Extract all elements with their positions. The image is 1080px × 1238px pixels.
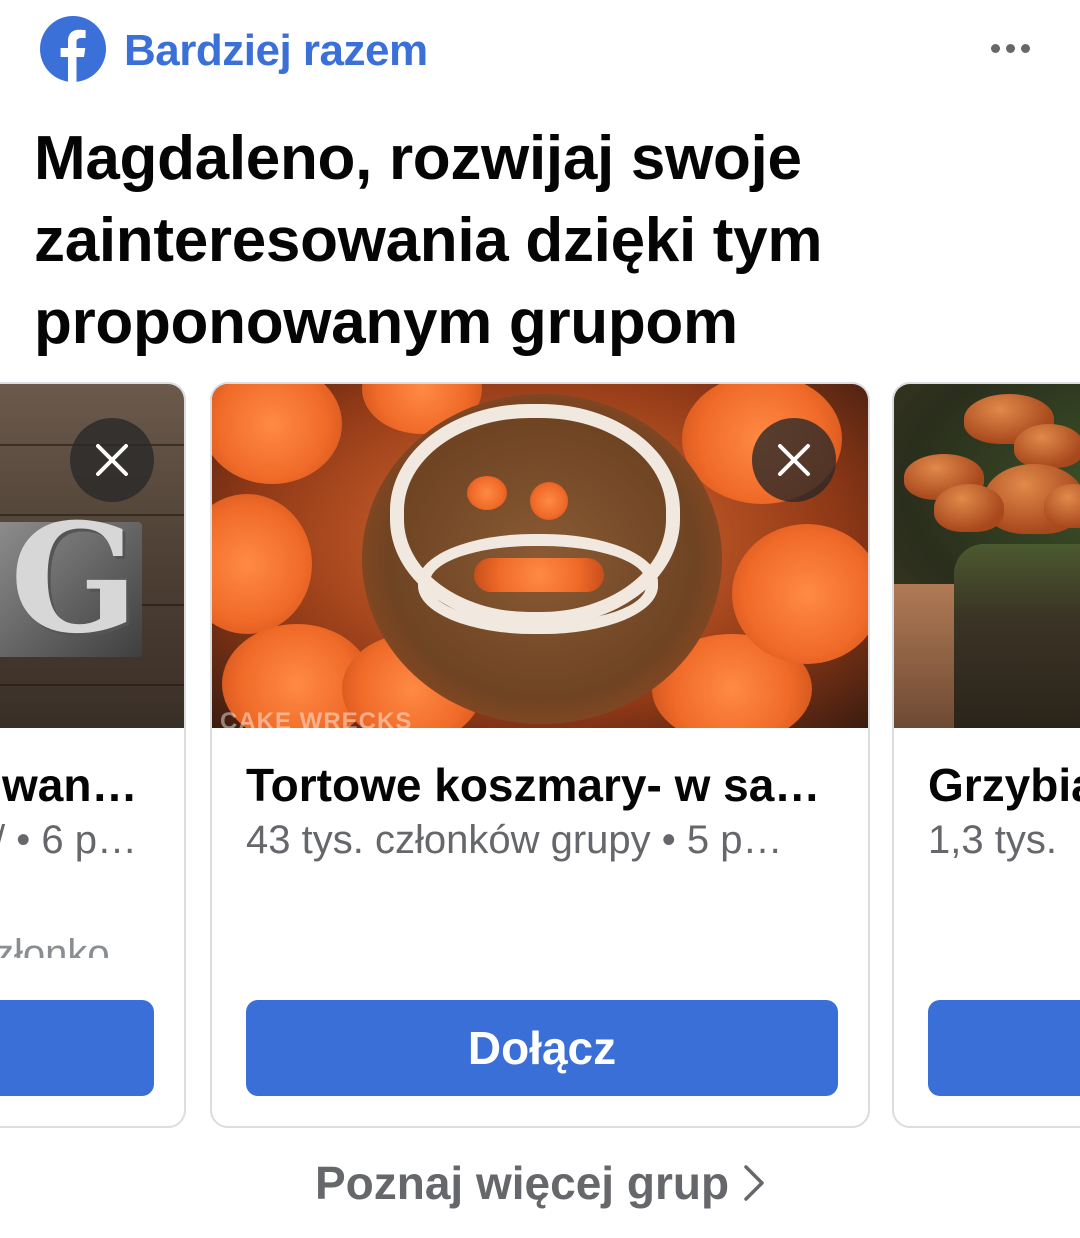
close-icon[interactable] <box>752 418 836 502</box>
close-icon[interactable] <box>70 418 154 502</box>
group-meta: 1,3 tys. <box>928 818 1057 862</box>
group-carousel[interactable]: G wan… / • 6 p… złonko CAKE WRECKS Torto… <box>0 382 1080 1130</box>
page-title: Magdaleno, rozwijaj swoje zainteresowani… <box>34 124 823 357</box>
group-title[interactable]: Tortowe koszmary- w sa… <box>246 758 820 812</box>
group-card[interactable]: G wan… / • 6 p… złonko <box>0 382 186 1128</box>
group-title[interactable]: Grzybia <box>928 758 1080 812</box>
chevron-right-icon <box>744 1165 764 1201</box>
group-photo[interactable]: G <box>0 384 184 728</box>
see-more-groups-label: Poznaj więcej grup <box>314 1157 730 1209</box>
brand-title: Bardziej razem <box>124 26 428 75</box>
more-options-icon[interactable] <box>984 36 1036 60</box>
facebook-logo-icon[interactable] <box>40 16 106 82</box>
join-button[interactable] <box>0 1000 154 1096</box>
group-meta: 43 tys. członków grupy • 5 p… <box>246 818 783 862</box>
group-card[interactable]: Grzybia 1,3 tys. <box>892 382 1080 1128</box>
see-more-groups-link[interactable]: Poznaj więcej grup <box>0 1156 1080 1210</box>
image-caption: CAKE WRECKS <box>220 708 413 728</box>
join-button[interactable] <box>928 1000 1080 1096</box>
header: Bardziej razem <box>0 0 1080 100</box>
group-extra: złonko <box>0 934 110 958</box>
group-meta: / • 6 p… <box>0 818 137 862</box>
group-title[interactable]: wan… <box>2 758 137 812</box>
group-photo[interactable]: CAKE WRECKS <box>212 384 868 728</box>
group-card[interactable]: CAKE WRECKS Tortowe koszmary- w sa… 43 t… <box>210 382 870 1128</box>
group-photo[interactable] <box>894 384 1080 728</box>
join-button[interactable]: Dołącz <box>246 1000 838 1096</box>
